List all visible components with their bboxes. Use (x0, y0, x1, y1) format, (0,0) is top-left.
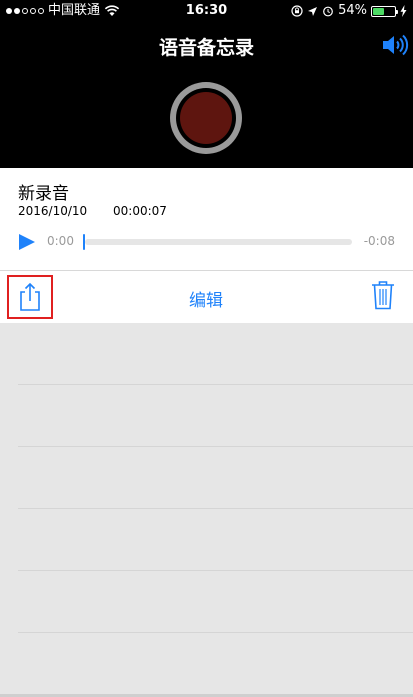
status-bar: 中国联通 16:30 54% (0, 0, 413, 22)
battery-percent: 54% (338, 3, 367, 18)
play-icon[interactable] (17, 233, 37, 251)
list-separator (18, 508, 413, 509)
list-separator (18, 570, 413, 571)
recording-duration: 00:00:07 (113, 204, 167, 218)
lock-rotation-icon (291, 5, 303, 17)
recorder-area: 中国联通 16:30 54% 语音备忘录 (0, 0, 413, 168)
playback-scrubber[interactable] (85, 239, 352, 245)
edit-button[interactable]: 编辑 (180, 286, 232, 311)
recording-date: 2016/10/10 (18, 204, 88, 218)
battery-icon (371, 5, 398, 17)
alarm-icon (323, 6, 333, 17)
list-separator (18, 632, 413, 633)
elapsed-time: 0:00 (47, 234, 74, 248)
remaining-time: -0:08 (363, 234, 395, 248)
recording-name[interactable]: 新录音 (18, 179, 69, 204)
list-separator (18, 446, 413, 447)
divider (0, 270, 413, 271)
share-icon (20, 282, 40, 311)
share-button[interactable] (7, 275, 53, 319)
recording-detail: 新录音 2016/10/10 00:00:07 0:00 -0:08 编辑 (0, 168, 413, 323)
record-ring (176, 88, 236, 148)
page-title: 语音备忘录 (158, 37, 254, 59)
record-icon (180, 92, 232, 144)
status-right: 54% (291, 0, 407, 22)
trash-icon[interactable] (371, 280, 395, 310)
list-separator (18, 384, 413, 385)
location-icon (308, 6, 318, 16)
record-button[interactable] (170, 82, 242, 154)
speaker-icon[interactable] (381, 33, 409, 57)
charging-icon (400, 5, 407, 17)
scrubber-thumb[interactable] (83, 234, 85, 250)
